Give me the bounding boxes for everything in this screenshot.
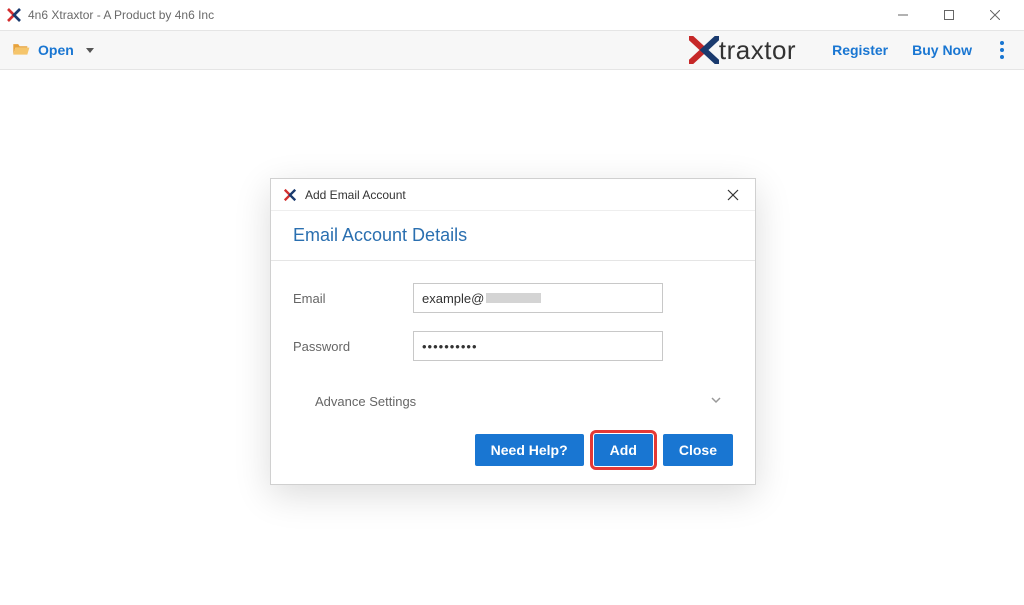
register-link[interactable]: Register (832, 42, 888, 58)
folder-open-icon (12, 42, 30, 59)
redacted-block (486, 293, 541, 303)
more-menu-button[interactable] (992, 41, 1012, 59)
open-button[interactable]: Open (12, 42, 94, 59)
dialog-heading: Email Account Details (293, 225, 733, 260)
caret-down-icon (86, 48, 94, 53)
main-toolbar: Open traxtor Register Buy Now (0, 30, 1024, 70)
add-email-account-dialog: Add Email Account Email Account Details … (270, 178, 756, 485)
window-close-button[interactable] (972, 0, 1018, 30)
dialog-title-bar: Add Email Account (271, 179, 755, 211)
brand-logo: traxtor (689, 35, 796, 66)
app-icon (6, 7, 22, 23)
dialog-app-icon (283, 188, 297, 202)
window-title-bar: 4n6 Xtraxtor - A Product by 4n6 Inc (0, 0, 1024, 30)
buy-now-link[interactable]: Buy Now (912, 42, 972, 58)
advance-settings-label: Advance Settings (315, 394, 416, 409)
close-button[interactable]: Close (663, 434, 733, 466)
brand-text: traxtor (719, 35, 796, 66)
divider (271, 260, 755, 261)
open-button-label: Open (38, 42, 74, 58)
main-content: Add Email Account Email Account Details … (0, 70, 1024, 605)
advance-settings-toggle[interactable]: Advance Settings (293, 379, 733, 428)
dialog-close-button[interactable] (723, 185, 743, 205)
dialog-title: Add Email Account (305, 188, 406, 202)
password-label: Password (293, 339, 413, 354)
add-button[interactable]: Add (594, 434, 653, 466)
window-title: 4n6 Xtraxtor - A Product by 4n6 Inc (28, 8, 214, 22)
minimize-button[interactable] (880, 0, 926, 30)
need-help-button[interactable]: Need Help? (475, 434, 584, 466)
email-label: Email (293, 291, 413, 306)
password-field[interactable] (413, 331, 663, 361)
maximize-button[interactable] (926, 0, 972, 30)
chevron-down-icon (709, 393, 723, 410)
